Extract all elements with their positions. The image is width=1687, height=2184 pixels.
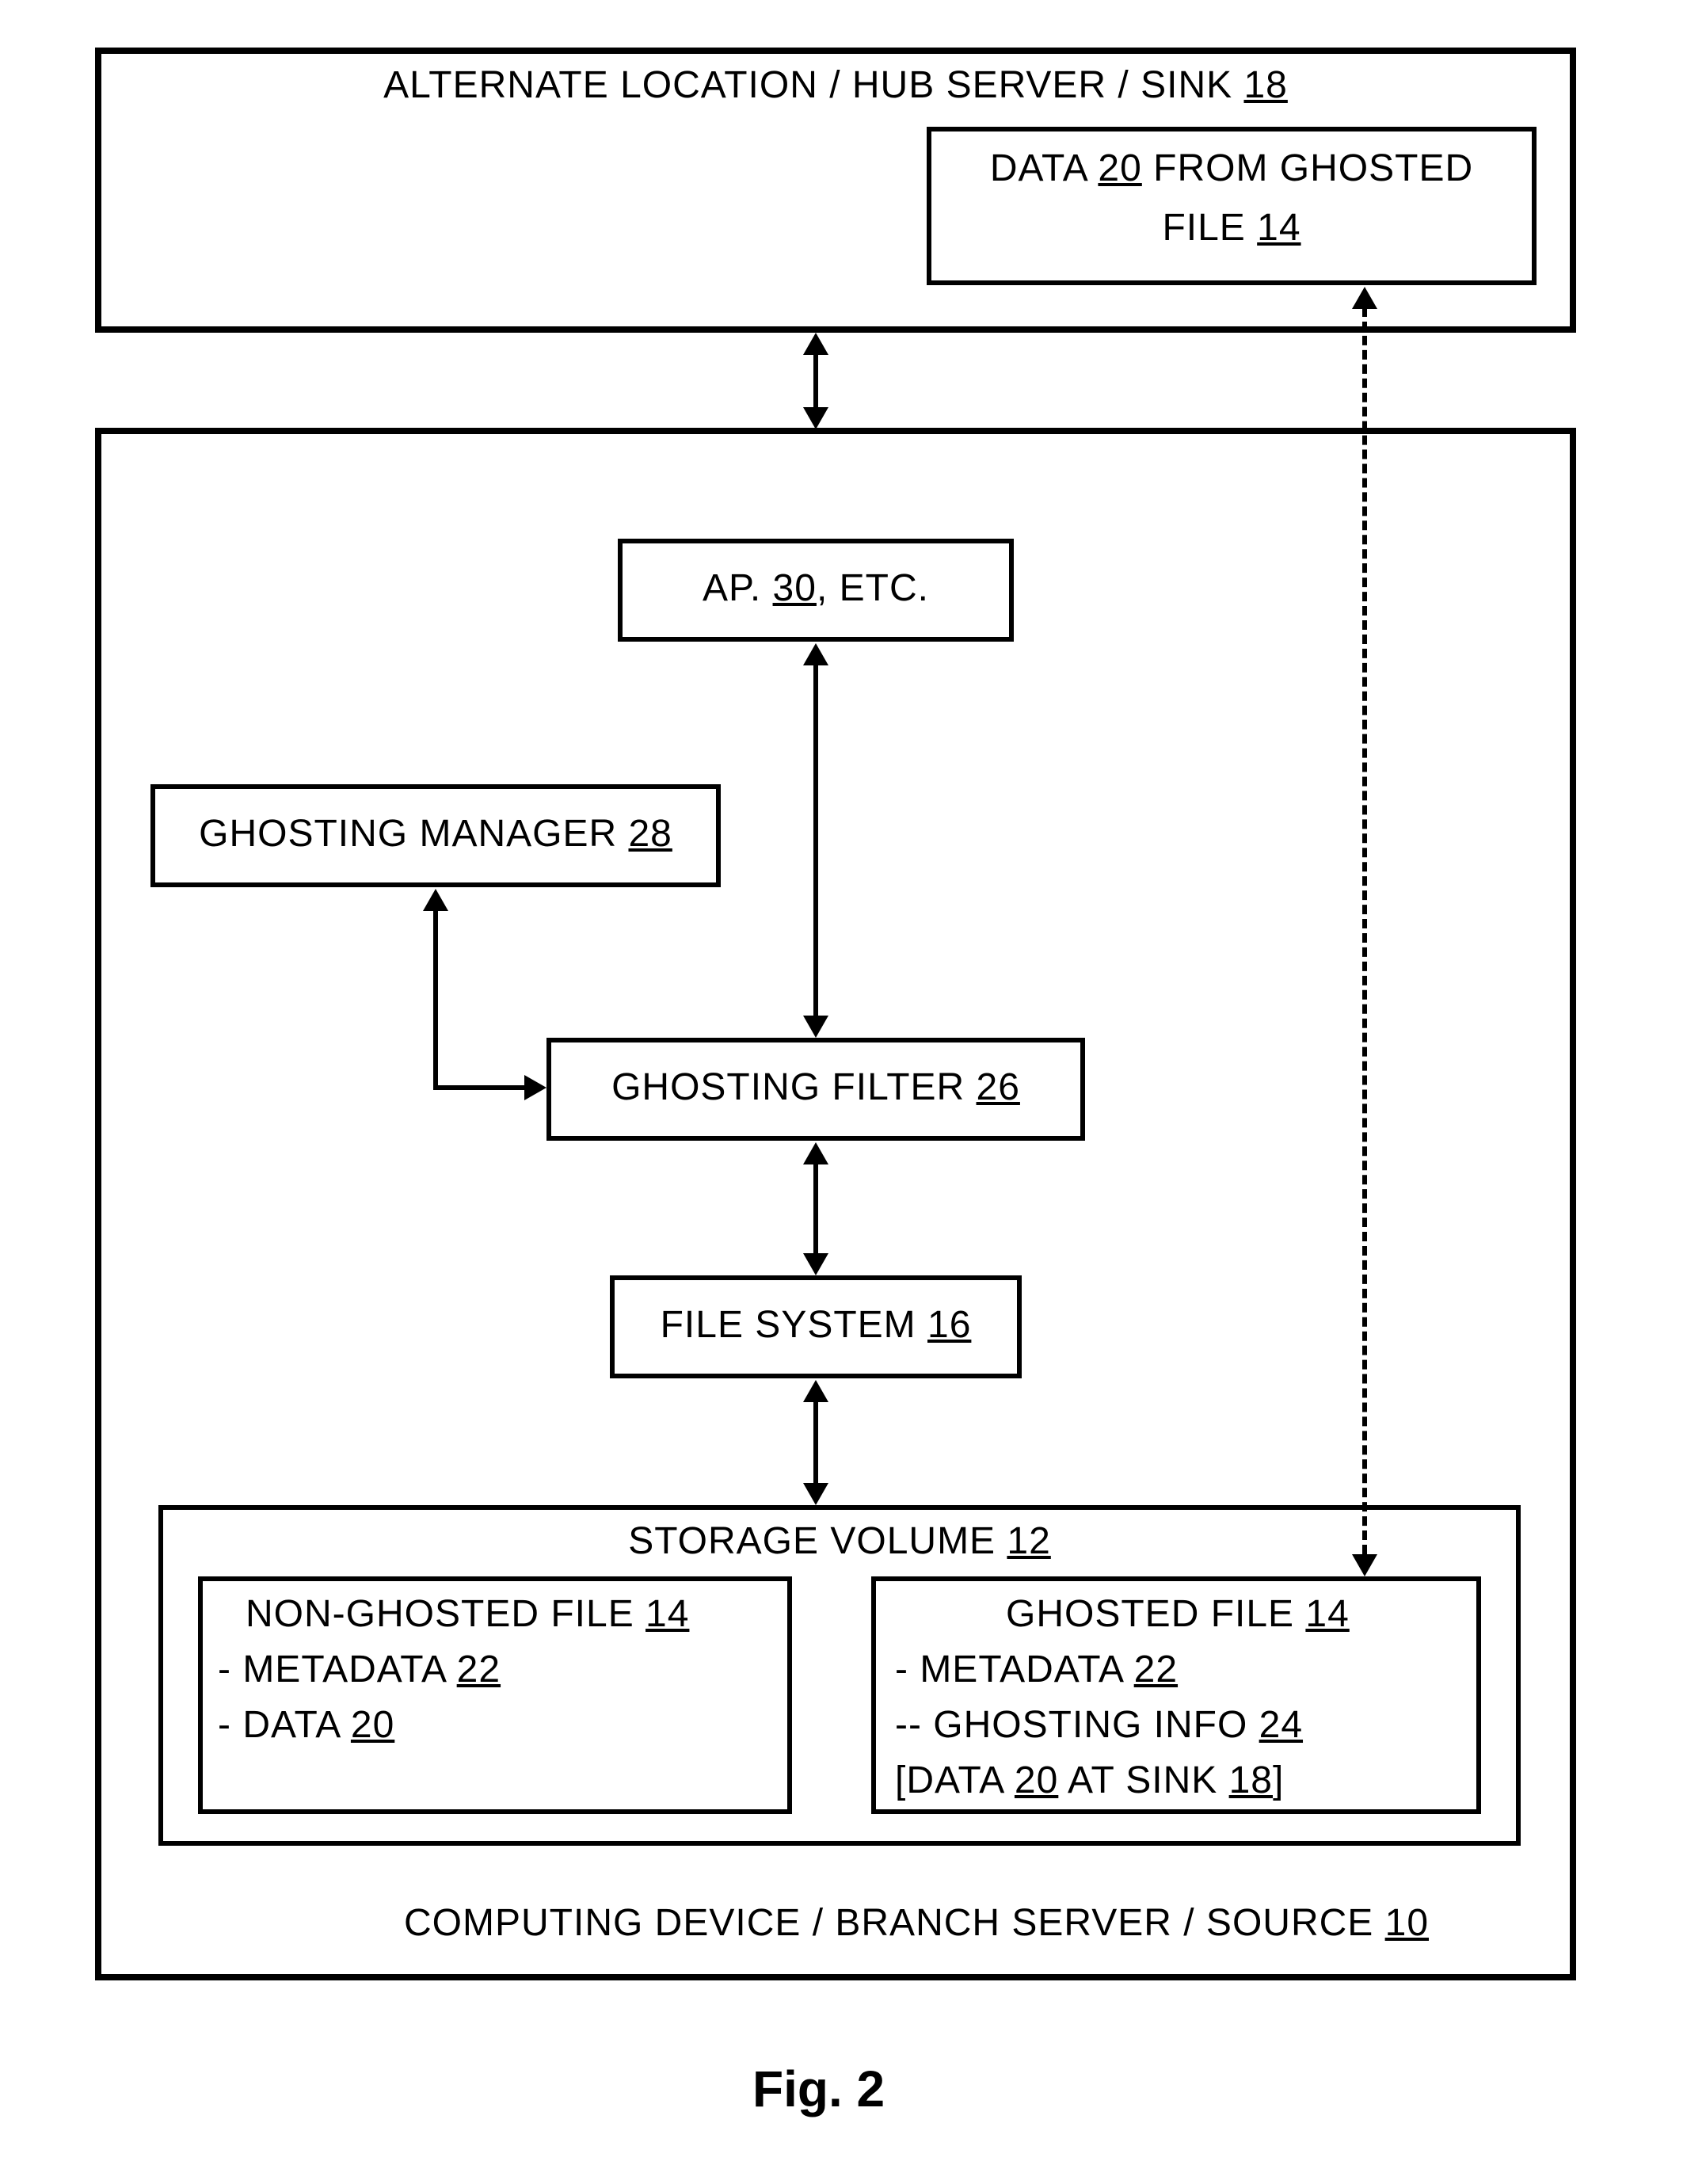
gf2-data: [DATA 20 AT SINK 18]	[895, 1759, 1284, 1802]
arrow-gm-filter-v	[433, 909, 438, 1085]
gf2-title: GHOSTED FILE 14	[1006, 1592, 1350, 1636]
hub-title-text: ALTERNATE LOCATION / HUB SERVER / SINK	[383, 64, 1243, 106]
arrow-filter-fs-down	[803, 1253, 828, 1275]
arrow-hub-device	[813, 353, 818, 409]
arrow-hub-device-down	[803, 407, 828, 429]
arrow-dashed-down	[1352, 1554, 1377, 1576]
arrow-fs-sv	[813, 1401, 818, 1483]
arrow-hub-device-up	[803, 333, 828, 355]
ngf-data: - DATA 20	[218, 1703, 394, 1747]
ap-label: AP. 30, ETC.	[618, 566, 1014, 610]
arrow-ap-filter	[813, 664, 818, 1016]
arrow-dashed-up	[1352, 287, 1377, 309]
diagram-canvas: ALTERNATE LOCATION / HUB SERVER / SINK 1…	[0, 0, 1687, 2184]
arrow-gm-filter-h	[433, 1085, 526, 1090]
ngf-title: NON-GHOSTED FILE 14	[246, 1592, 689, 1636]
ngf-meta: - METADATA 22	[218, 1648, 501, 1691]
hub-title-num: 18	[1243, 64, 1287, 106]
hub-title: ALTERNATE LOCATION / HUB SERVER / SINK 1…	[95, 63, 1576, 107]
arrow-filter-fs-up	[803, 1142, 828, 1164]
arrow-gm-filter-up	[423, 889, 448, 911]
hub-data-line2: FILE 14	[927, 206, 1537, 250]
arrow-fs-sv-up	[803, 1380, 828, 1402]
ghosting-filter-label: GHOSTING FILTER 26	[546, 1065, 1085, 1109]
hub-data-line1: DATA 20 FROM GHOSTED	[927, 147, 1537, 190]
gf2-meta: - METADATA 22	[895, 1648, 1178, 1691]
arrow-gm-filter-right	[524, 1075, 546, 1100]
figure-label: Fig. 2	[752, 2060, 885, 2118]
arrow-filter-fs	[813, 1163, 818, 1253]
arrow-dashed-data-ghosted	[1362, 307, 1367, 1554]
arrow-ap-filter-up	[803, 643, 828, 665]
file-system-label: FILE SYSTEM 16	[610, 1303, 1022, 1347]
arrow-ap-filter-down	[803, 1016, 828, 1038]
ghosting-manager-label: GHOSTING MANAGER 28	[150, 812, 721, 856]
gf2-ginfo: -- GHOSTING INFO 24	[895, 1703, 1303, 1747]
storage-volume-title: STORAGE VOLUME 12	[158, 1519, 1521, 1563]
device-footer: COMPUTING DEVICE / BRANCH SERVER / SOURC…	[404, 1901, 1429, 1945]
arrow-fs-sv-down	[803, 1483, 828, 1505]
